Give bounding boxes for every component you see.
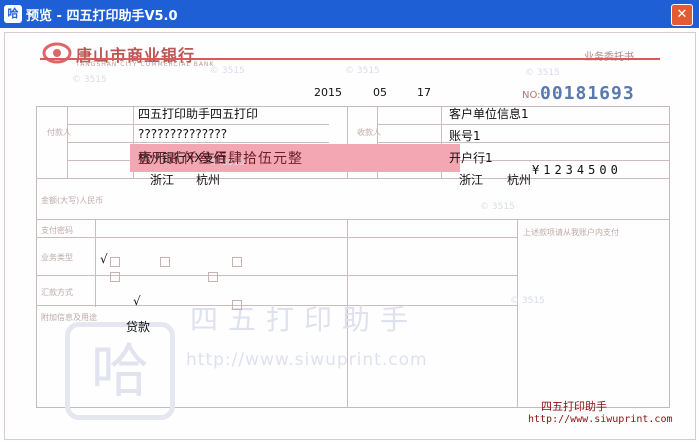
remit-checkmark: √ [133,294,141,308]
payer-name: 四五打印助手四五打印 [138,107,259,121]
close-button[interactable]: ✕ [671,4,693,26]
watermark-url: http://www.siwuprint.com [186,350,428,370]
footer-url: http://www.siwuprint.com [528,414,673,425]
window-title: 预览 - 四五打印助手V5.0 [26,9,178,24]
option-checkbox [110,257,120,267]
payee-bank: 开户行1 [449,151,493,165]
brand-divider [40,58,660,60]
amount-numeric: ¥1234500 [532,163,622,177]
option-checkbox [232,300,242,310]
payer-account: ?????????????? [138,127,228,141]
payee-city: 杭州 [507,173,532,187]
payee-province: 浙江 [459,173,484,187]
date-day: 17 [417,86,431,99]
payee-name: 客户单位信息1 [449,107,529,121]
serial-prefix: NO: [522,90,541,101]
date-month: 05 [373,86,387,99]
preview-document: 唐山市商业银行 TANGSHAN CITY COMMERCIAL BANK 业务… [0,28,699,442]
bank-logo-icon [42,42,72,64]
document-type: 业务委托书 [584,48,634,63]
watermark-logo-icon: 哈 [65,322,175,420]
payer-province: 浙江 [150,173,175,187]
watermark-text: 四五打印助手 [190,303,419,336]
option-checkbox [232,257,242,267]
payee-account: 账号1 [449,129,481,143]
option-checkbox [160,257,170,267]
date-year: 2015 [314,86,342,99]
payer-city: 杭州 [196,173,221,187]
option-checkbox [208,272,218,282]
footer-name: 四五打印助手 [541,400,607,413]
app-icon: 哈 [4,5,22,23]
title-bar: 哈 预览 - 四五打印助手V5.0 ✕ [0,0,699,28]
bank-subtitle: TANGSHAN CITY COMMERCIAL BANK [76,61,215,68]
option-checkbox [110,272,120,282]
amount-capital: 壹万贰仟叁佰肆拾伍元整 [138,151,303,167]
purpose-value: 贷款 [126,320,151,334]
serial-number: 00181693 [540,83,635,104]
business-checkmark: √ [100,252,108,266]
